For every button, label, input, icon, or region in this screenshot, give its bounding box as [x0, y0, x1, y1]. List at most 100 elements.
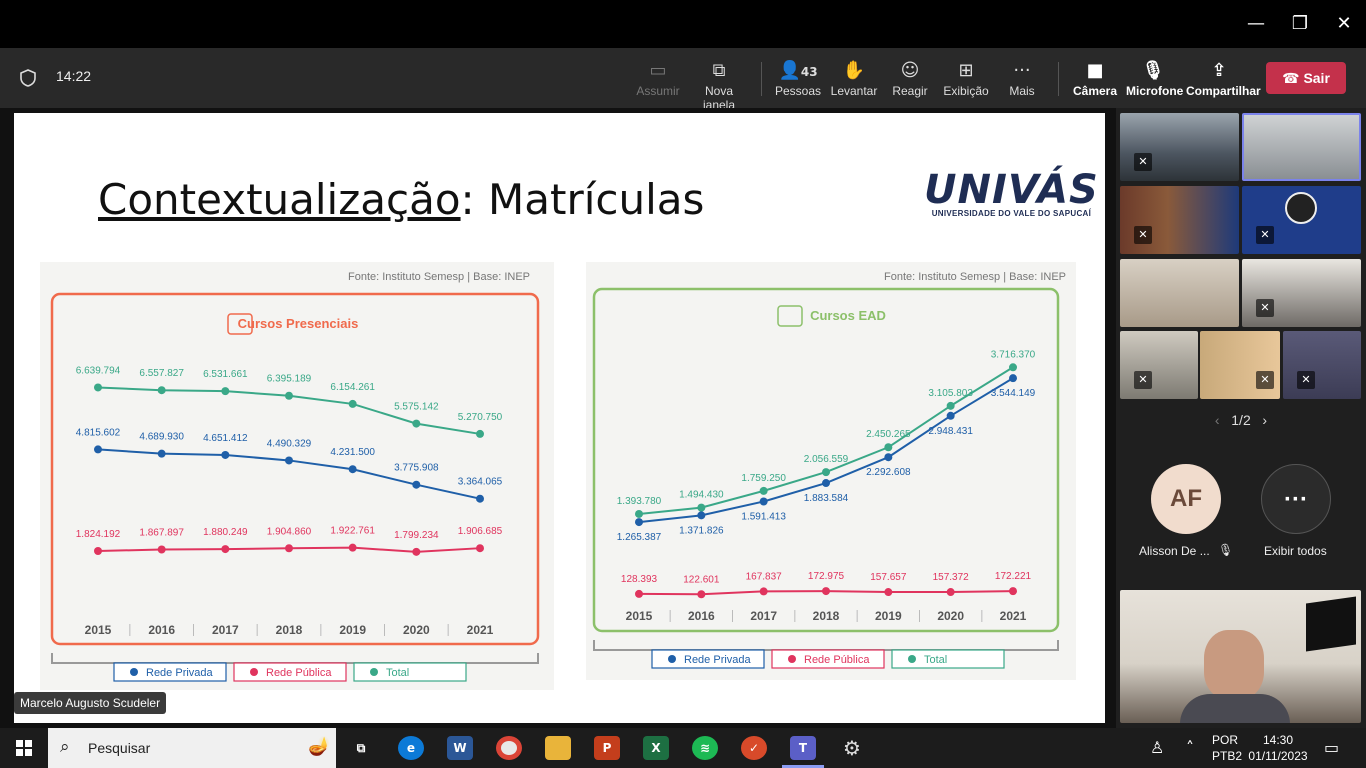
clock[interactable]: 14:30 01/11/2023 [1248, 732, 1308, 764]
language-indicator[interactable]: POR PTB2 [1212, 732, 1242, 764]
mic-muted-icon: ✕ [1256, 299, 1274, 317]
more-button[interactable]: ··· Mais [998, 58, 1046, 104]
task-view-icon[interactable]: ⧉ [348, 736, 374, 760]
tv-shape [1306, 596, 1356, 652]
data-point [697, 511, 706, 520]
data-label: 172.975 [808, 571, 845, 582]
people-count: 43 [800, 65, 818, 79]
show-all-label[interactable]: Exibir todos [1264, 544, 1327, 558]
video-tile[interactable] [1120, 259, 1239, 327]
raise-hand-label: Levantar [830, 84, 878, 98]
video-tile[interactable]: ✕ [1242, 259, 1361, 327]
people-button[interactable]: 👤43 Pessoas [774, 58, 822, 104]
file-explorer-icon[interactable] [545, 736, 571, 760]
x-tick-label: 2017 [750, 609, 777, 623]
keyboard-layout: PTB2 [1212, 749, 1243, 763]
camera-button[interactable]: ■ Câmera [1070, 58, 1120, 104]
new-window-button[interactable]: ⧉ Nova janela [688, 58, 750, 112]
x-tick-label: 2017 [212, 623, 239, 637]
data-point [157, 386, 166, 395]
person-shoulders [1180, 694, 1290, 723]
settings-icon[interactable]: ⚙ [839, 736, 865, 760]
data-point [759, 497, 768, 506]
prev-page-icon[interactable]: ‹ [1215, 412, 1220, 428]
slide-title: Contextualização: Matrículas [98, 175, 704, 224]
raise-hand-icon: ✋ [842, 60, 866, 81]
video-tile[interactable]: ✕ [1283, 331, 1361, 399]
legend-marker [250, 668, 258, 676]
slide-title-main: Contextualização [98, 175, 461, 224]
data-point [1009, 374, 1017, 383]
data-point [94, 546, 102, 555]
close-window-button[interactable]: ✕ [1322, 8, 1366, 40]
microphone-button[interactable]: 🎙 Microfone [1126, 58, 1183, 104]
app-icon[interactable]: ✓ [741, 736, 767, 760]
data-point [822, 587, 830, 596]
mic-muted-icon: 🎙 [1218, 543, 1234, 557]
data-label: 157.657 [870, 572, 907, 583]
data-label: 2.450.265 [866, 429, 911, 440]
self-video[interactable] [1120, 590, 1361, 723]
data-point [635, 509, 643, 518]
take-control-button[interactable]: ▭ Assumir [634, 58, 682, 104]
teams-icon[interactable]: T [790, 736, 816, 760]
chevron-up-icon[interactable]: ˄ [1186, 738, 1194, 757]
share-label: Compartilhar [1186, 84, 1261, 98]
leave-button[interactable]: ☎ Sair [1266, 62, 1346, 94]
more-label: Mais [1009, 84, 1035, 98]
x-tick-label: 2020 [937, 609, 964, 623]
video-tile[interactable]: ✕ [1120, 113, 1239, 181]
video-tile[interactable]: ✕ [1200, 331, 1280, 399]
taskbar-search[interactable]: ⌕ Pesquisar 🪔 [48, 728, 336, 768]
data-label: 1.591.413 [741, 511, 786, 522]
data-point [94, 383, 102, 392]
view-button[interactable]: ⊞ Exibição [942, 58, 990, 104]
raise-hand-button[interactable]: ✋ Levantar [830, 58, 878, 104]
chart-presenciais-panel: Fonte: Instituto Semesp | Base: INEP Curs… [40, 262, 554, 690]
chrome-icon[interactable] [496, 736, 522, 760]
data-point [1009, 587, 1017, 596]
data-label: 4.815.602 [76, 427, 121, 438]
data-label: 167.837 [746, 571, 783, 582]
data-label: 6.154.261 [330, 382, 375, 393]
chart-frame [50, 292, 540, 646]
spotify-icon[interactable]: ≋ [692, 736, 718, 760]
video-tile[interactable]: ✕ [1120, 331, 1198, 399]
mic-muted-icon: 🎙 [1141, 60, 1165, 81]
presentation-slide: Contextualização: Matrículas UNIVÁS UNIV… [14, 113, 1105, 723]
share-button[interactable]: ⇪ Compartilhar [1186, 58, 1261, 104]
start-icon[interactable] [16, 740, 32, 756]
x-tick-label: 2018 [813, 609, 840, 623]
chart-presenciais: Fonte: Instituto Semesp | Base: INEP Curs… [50, 271, 540, 682]
excel-icon[interactable]: X [643, 736, 669, 760]
video-tile-active[interactable] [1242, 113, 1361, 181]
legend-label: Rede Privada [684, 654, 752, 666]
word-icon[interactable]: W [447, 736, 473, 760]
data-label: 172.221 [995, 571, 1032, 582]
notifications-icon[interactable]: ▭ [1324, 738, 1339, 757]
view-icon: ⊞ [958, 60, 974, 81]
leave-label: Sair [1303, 70, 1330, 86]
language-code: POR [1212, 733, 1239, 747]
phone-hangup-icon: ☎ [1282, 71, 1300, 87]
data-point [157, 545, 166, 554]
video-tile[interactable]: ✕ [1120, 186, 1239, 254]
data-point [884, 588, 893, 597]
restore-button[interactable]: ❐ [1278, 8, 1322, 40]
meeting-toolbar: 14:22 ▭ Assumir ⧉ Nova janela 👤43 Pessoa… [0, 48, 1366, 112]
data-point [348, 399, 357, 408]
data-label: 1.824.192 [76, 529, 121, 540]
people-tray-icon[interactable]: ♙ [1150, 738, 1164, 757]
edge-icon[interactable]: e [398, 736, 424, 760]
data-label: 6.531.661 [203, 369, 248, 380]
minimize-button[interactable]: — [1234, 8, 1278, 40]
show-all-icon[interactable]: ··· [1261, 464, 1331, 534]
react-button[interactable]: ☺ Reagir [886, 58, 934, 104]
participant-avatar[interactable]: AF [1151, 464, 1221, 534]
next-page-icon[interactable]: › [1262, 412, 1267, 428]
data-label: 1.799.234 [394, 530, 439, 541]
powerpoint-icon[interactable]: P [594, 736, 620, 760]
toolbar-divider [761, 62, 762, 96]
legend-bracket [593, 640, 1059, 651]
video-tile[interactable]: ✕ [1242, 186, 1361, 254]
